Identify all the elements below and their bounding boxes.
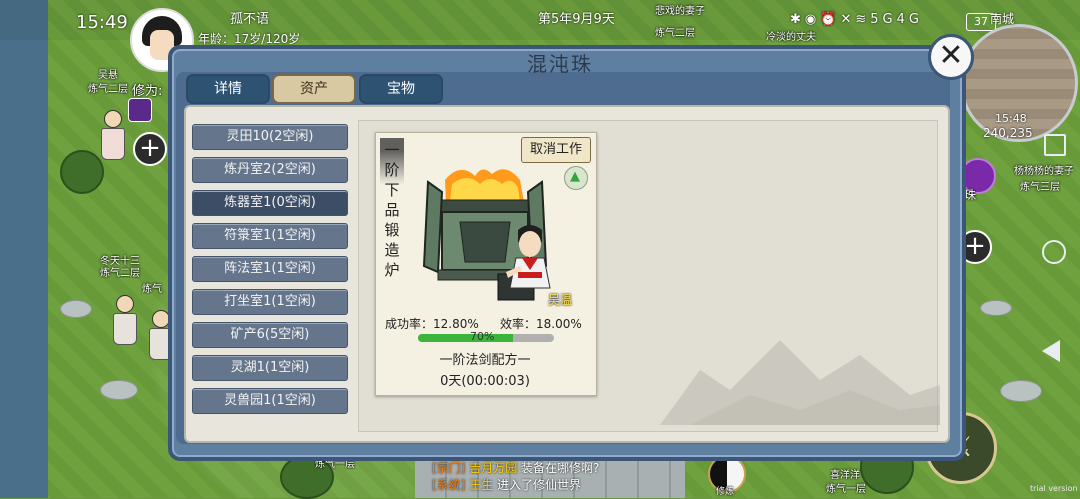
facility-item-beast-garden[interactable]: 灵兽园1(1空闲) xyxy=(192,388,348,414)
facility-item-mine[interactable]: 矿产6(5空闲) xyxy=(192,322,348,348)
npc-character[interactable] xyxy=(112,295,138,345)
npc-rank-label: 炼气 xyxy=(142,284,162,295)
npc-rank-label: 炼气三层 xyxy=(1020,182,1060,193)
npc-rank-label: 炼气二层 xyxy=(100,268,140,279)
rock xyxy=(100,380,138,400)
mountain-decoration xyxy=(660,340,940,425)
chat-sender[interactable]: 吉月万园 xyxy=(469,461,517,475)
4g-signal-icon: 4G xyxy=(896,12,923,27)
worker-name: 吴温 xyxy=(548,293,573,307)
rock xyxy=(980,300,1012,316)
home-button[interactable] xyxy=(1042,240,1066,264)
wifi-icon: ≋ xyxy=(855,12,871,27)
npc-rank-label: 炼气二层 xyxy=(88,84,128,95)
worker-portrait xyxy=(506,225,551,289)
npc-character[interactable] xyxy=(100,110,126,160)
minimap-time: 15:48 xyxy=(995,112,1027,125)
npc-name-label: 杨杨杨的妻子 xyxy=(1014,166,1074,177)
chat-line: [宗门] 吉月万园 装备在哪修啊? xyxy=(432,460,599,477)
player-name: 孤不语 xyxy=(230,12,270,27)
chat-message: 进入了修仙世界 xyxy=(497,478,582,492)
bluetooth-icon: ✱ xyxy=(790,12,805,27)
chat-log[interactable]: [宗门] 吉月万园 装备在哪修啊? [系统] 王生 进入了修仙世界 xyxy=(432,460,599,494)
success-rate: 成功率：12.80% xyxy=(385,317,479,331)
work-timer: 0天(00:00:03) xyxy=(440,374,530,389)
status-time: 15:49 xyxy=(76,12,128,33)
tab-assets[interactable]: 资产 xyxy=(272,74,356,104)
trial-watermark: trial version xyxy=(1030,484,1078,493)
progress-label: 70% xyxy=(470,330,495,343)
5g-signal-icon: 5G xyxy=(870,12,897,27)
facility-item-talisman-room[interactable]: 符箓室1(1空闲) xyxy=(192,223,348,249)
rock xyxy=(60,300,92,318)
close-icon: ✕ xyxy=(938,38,964,73)
back-button[interactable] xyxy=(1042,340,1060,362)
chat-channel-tag: [宗门] xyxy=(432,461,466,475)
npc-name-label: 吴悬 xyxy=(98,70,118,81)
npc-name-label: 悲戏的妻子 xyxy=(655,6,705,17)
close-button[interactable]: ✕ xyxy=(928,34,974,80)
modal-title: 混沌珠 xyxy=(527,52,593,76)
upgrade-icon[interactable]: ▲ xyxy=(564,166,588,190)
recipe-name: 一阶法剑配方一 xyxy=(439,353,531,368)
mute-icon: ✕ xyxy=(840,12,856,27)
furnace-title: 一阶下品锻造炉 xyxy=(384,141,400,279)
skill-orb-icon[interactable] xyxy=(128,98,152,122)
cultivate-label: 修炼 xyxy=(716,487,735,497)
facility-item-meditation-room[interactable]: 打坐室1(1空闲) xyxy=(192,289,348,315)
recent-apps-button[interactable] xyxy=(1044,134,1066,156)
facility-list: 灵田10(2空闲) 炼丹室2(2空闲) 炼器室1(0空闲) 符箓室1(1空闲) … xyxy=(192,124,348,421)
npc-rank-label: 炼气一层 xyxy=(826,484,866,495)
system-status-icons: ✱◉⏰✕≋5G4G xyxy=(790,12,923,27)
minimap-city-name: 南城 xyxy=(990,12,1015,26)
river-edge xyxy=(0,0,48,498)
chat-message: 装备在哪修啊? xyxy=(521,461,600,475)
eye-icon: ◉ xyxy=(804,12,821,27)
tab-treasure[interactable]: 宝物 xyxy=(359,74,443,104)
npc-name-label: 喜洋洋 xyxy=(830,470,860,481)
minimap-coordinates: 240,235 xyxy=(983,126,1033,140)
alarm-icon: ⏰ xyxy=(820,12,841,27)
cultivation-label: 修为: xyxy=(132,84,163,99)
npc-name-label: 冷淡的丈夫 xyxy=(766,32,816,43)
facility-item-formation-room[interactable]: 阵法室1(1空闲) xyxy=(192,256,348,282)
chat-sender[interactable]: 王生 xyxy=(469,478,493,492)
rock xyxy=(1000,380,1042,402)
chat-line: [系统] 王生 进入了修仙世界 xyxy=(432,477,599,494)
facility-item-forge-room[interactable]: 炼器室1(0空闲) xyxy=(192,190,348,216)
efficiency-rate: 效率：18.00% xyxy=(500,317,582,331)
cancel-work-button[interactable]: 取消工作 xyxy=(521,137,591,163)
facility-item-spirit-lake[interactable]: 灵湖1(1空闲) xyxy=(192,355,348,381)
chat-channel-tag: [系统] xyxy=(432,478,466,492)
facility-item-spirit-field[interactable]: 灵田10(2空闲) xyxy=(192,124,348,150)
progress-fill xyxy=(418,334,514,342)
tab-details[interactable]: 详情 xyxy=(186,74,270,104)
tree xyxy=(60,150,104,194)
expand-left-plus-button[interactable]: + xyxy=(133,132,167,166)
facility-item-alchemy-room[interactable]: 炼丹室2(2空闲) xyxy=(192,157,348,183)
game-date: 第5年9月9天 xyxy=(538,12,615,27)
npc-rank-label: 炼气二层 xyxy=(655,28,695,39)
